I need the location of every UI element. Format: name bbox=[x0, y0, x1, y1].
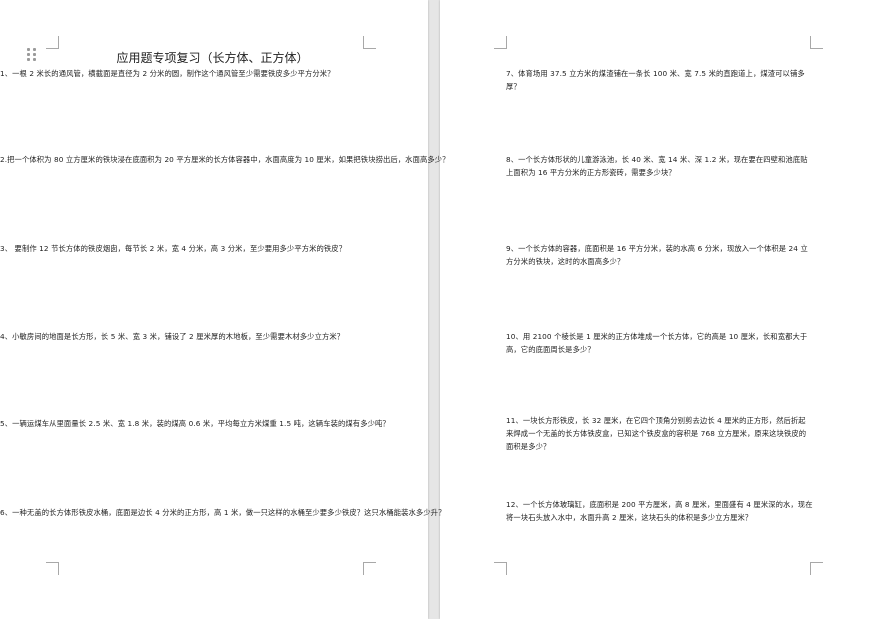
question-1: 1、一根 2 米长的通风管，横截面是直径为 2 分米的圆，制作这个通风管至少需要… bbox=[0, 69, 335, 78]
question-4: 4、小敏房间的地面是长方形，长 5 米、宽 3 米，铺设了 2 厘米厚的木地板，… bbox=[0, 332, 345, 341]
document-title: 应用题专项复习（长方体、正方体） bbox=[116, 51, 309, 65]
question-2: 2.把一个体积为 80 立方厘米的铁块浸在底面积为 20 平方厘米的长方体容器中… bbox=[0, 155, 450, 164]
document-page-left bbox=[0, 0, 428, 619]
question-11: 11、一块长方形铁皮，长 32 厘米，在它四个顶角分别剪去边长 4 厘米的正方形… bbox=[506, 416, 807, 451]
crop-mark-bottom-left bbox=[46, 562, 59, 575]
crop-mark-bottom-right bbox=[810, 562, 823, 575]
question-12: 12、一个长方体玻璃缸，底面积是 200 平方厘米，高 8 厘米，里面盛有 4 … bbox=[506, 500, 813, 522]
question-5: 5、一辆运煤车从里面量长 2.5 米、宽 1.8 米，装的煤高 0.6 米，平均… bbox=[0, 419, 390, 428]
question-6: 6、一种无盖的长方体形铁皮水桶，底面是边长 4 分米的正方形，高 1 米，做一只… bbox=[0, 508, 446, 517]
crop-mark-bottom-right bbox=[363, 562, 376, 575]
crop-mark-top-right bbox=[363, 36, 376, 49]
crop-mark-top-left bbox=[46, 36, 59, 49]
table-move-handle-icon[interactable] bbox=[27, 48, 36, 61]
question-10: 10、用 2100 个棱长是 1 厘米的正方体堆成一个长方体，它的高是 10 厘… bbox=[506, 332, 808, 354]
question-7: 7、体育场用 37.5 立方米的煤渣铺在一条长 100 米、宽 7.5 米的直跑… bbox=[506, 69, 805, 91]
question-8: 8、一个长方体形状的儿童游泳池，长 40 米、宽 14 米、深 1.2 米，现在… bbox=[506, 155, 808, 177]
crop-mark-top-right bbox=[810, 36, 823, 49]
question-3: 3、 要制作 12 节长方体的铁皮烟囱，每节长 2 米，宽 4 分米，高 3 分… bbox=[0, 244, 347, 253]
crop-mark-bottom-left bbox=[494, 562, 507, 575]
crop-mark-top-left bbox=[494, 36, 507, 49]
question-9: 9、一个长方体的容器，底面积是 16 平方分米，装的水高 6 分米，现放入一个体… bbox=[506, 244, 808, 266]
